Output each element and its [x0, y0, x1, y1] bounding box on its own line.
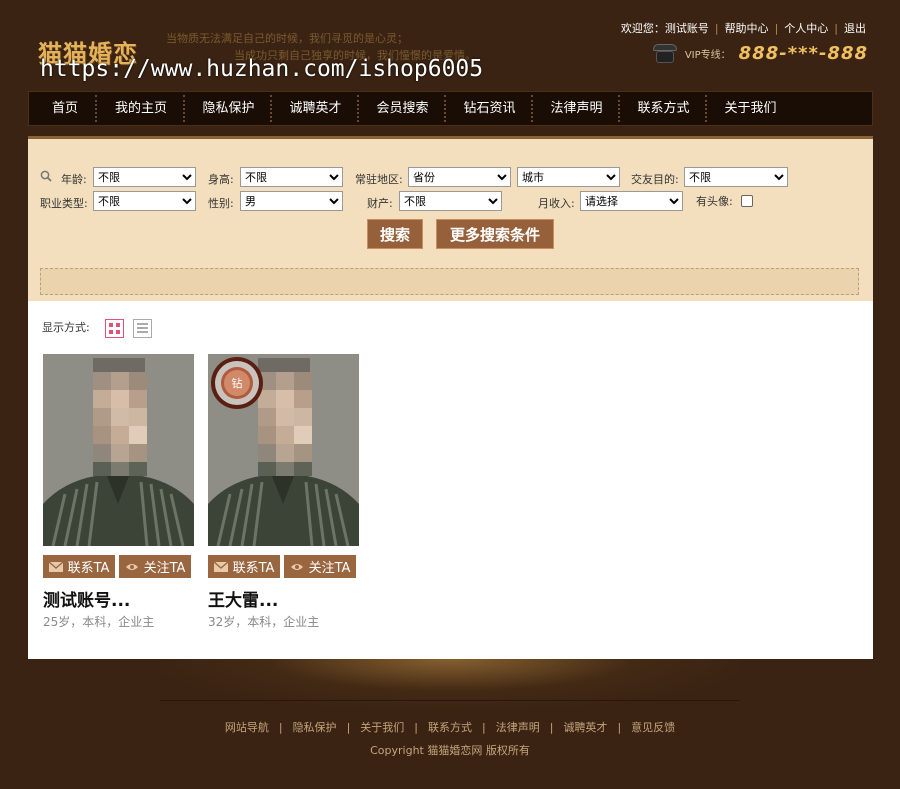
nav-home[interactable]: 首页 [33, 91, 97, 126]
footer-link-privacy[interactable]: 隐私保护 [293, 721, 337, 734]
welcome-text: 欢迎您：测试账号 [620, 22, 709, 35]
region-label: 常驻地区: [355, 173, 403, 186]
watermark-url: https://www.huzhan.com/ishop6005 [40, 56, 484, 82]
member-card: 钻 联系TA 关注TA 王大雷... 32岁，本科，企业主 [208, 354, 359, 630]
diamond-member-badge-icon: 钻 [211, 357, 263, 409]
slogan-line-1: 当物质无法满足自己的时候，我们寻觅的是心灵； [166, 32, 408, 45]
nav-my-homepage[interactable]: 我的主页 [97, 91, 185, 126]
member-list-area: 显示方式: 联系TA 关注TA 测试账号... 25岁，本科，企业主 钻 联系T… [28, 301, 873, 659]
follow-button-label: 关注TA [143, 561, 186, 576]
footer-link-legal[interactable]: 法律声明 [496, 721, 540, 734]
footer-glow [160, 659, 740, 709]
eye-icon [125, 563, 138, 570]
display-mode-label: 显示方式: [42, 321, 90, 334]
age-label: 年龄: [61, 173, 87, 186]
height-select[interactable]: 不限 [240, 167, 343, 187]
member-info: 25岁，本科，企业主 [43, 615, 155, 629]
nav-diamond-news[interactable]: 钻石资讯 [446, 91, 533, 126]
wealth-select[interactable]: 不限 [399, 191, 502, 211]
contact-button-label: 联系TA [232, 561, 275, 576]
province-select[interactable]: 省份 [408, 167, 511, 187]
footer-link-about[interactable]: 关于我们 [360, 721, 404, 734]
member-card: 联系TA 关注TA 测试账号... 25岁，本科，企业主 [43, 354, 194, 630]
nav-privacy[interactable]: 隐私保护 [185, 91, 272, 126]
logout-link[interactable]: 退出 [840, 22, 870, 35]
vip-label: VIP专线： [684, 49, 731, 61]
has-avatar-checkbox[interactable] [741, 195, 753, 207]
gender-label: 性别: [208, 197, 234, 210]
follow-button[interactable]: 关注TA [284, 555, 356, 578]
mail-icon [213, 561, 228, 572]
mail-icon [48, 561, 63, 572]
height-label: 身高: [208, 173, 234, 186]
avatar-label: 有头像: [696, 195, 733, 208]
more-search-options-button[interactable]: 更多搜索条件 [436, 219, 554, 249]
member-name[interactable]: 测试账号... [43, 586, 194, 611]
follow-button-label: 关注TA [308, 561, 351, 576]
income-select[interactable]: 请选择 [580, 191, 683, 211]
member-photo[interactable] [43, 354, 194, 546]
footer-link-feedback[interactable]: 意见反馈 [631, 721, 675, 734]
footer-link-careers[interactable]: 诚聘英才 [563, 721, 607, 734]
footer-links: 网站导航 | 隐私保护 | 关于我们 | 联系方式 | 法律声明 | 诚聘英才 | 意见反馈 [224, 721, 676, 734]
site-header: 猫猫婚恋 当物质无法满足自己的时候，我们寻觅的是心灵； 当成功只剩自己独享的时候… [0, 0, 900, 90]
main-nav: 首页 我的主页 隐私保护 诚聘英才 会员搜索 钻石资讯 法律声明 联系方式 关于… [28, 91, 873, 126]
top-links: 欢迎您：测试账号 | 帮助中心 | 个人中心 | 退出 [617, 20, 870, 36]
gender-select[interactable]: 男 [240, 191, 343, 211]
member-photo[interactable]: 钻 [208, 354, 359, 546]
nav-legal[interactable]: 法律声明 [533, 91, 620, 126]
nav-member-search[interactable]: 会员搜索 [359, 91, 446, 126]
purpose-label: 交友目的: [631, 173, 679, 186]
nav-contact[interactable]: 联系方式 [620, 91, 707, 126]
grid-view-icon[interactable] [105, 319, 124, 338]
contact-button[interactable]: 联系TA [208, 555, 280, 578]
nav-about[interactable]: 关于我们 [707, 91, 794, 126]
search-icon [40, 170, 52, 182]
nav-careers[interactable]: 诚聘英才 [272, 91, 359, 126]
notice-bar [40, 268, 859, 295]
job-label: 职业类型: [40, 197, 88, 210]
user-center-link[interactable]: 个人中心 [780, 22, 832, 35]
contact-button[interactable]: 联系TA [43, 555, 115, 578]
age-select[interactable]: 不限 [93, 167, 196, 187]
help-center-link[interactable]: 帮助中心 [721, 22, 773, 35]
income-label: 月收入: [538, 197, 575, 210]
eye-icon [290, 563, 303, 570]
vip-number: 888-***-888 [738, 42, 868, 64]
contact-button-label: 联系TA [67, 561, 110, 576]
city-select[interactable]: 城市 [517, 167, 620, 187]
search-panel: 年龄: 不限 身高: 不限 常驻地区: 省份 城市 交友目的: 不限 职业类型:… [28, 136, 873, 301]
footer-divider [160, 700, 740, 701]
job-select[interactable]: 不限 [93, 191, 196, 211]
member-info: 32岁，本科，企业主 [208, 615, 320, 629]
vip-hotline: VIP专线： 888-***-888 [652, 42, 868, 64]
footer-link-sitemap[interactable]: 网站导航 [225, 721, 269, 734]
wealth-label: 财产: [367, 197, 393, 210]
member-name[interactable]: 王大雷... [208, 586, 359, 611]
svg-text:钻: 钻 [232, 376, 243, 390]
footer-link-contact[interactable]: 联系方式 [428, 721, 472, 734]
list-view-icon[interactable] [133, 319, 152, 338]
follow-button[interactable]: 关注TA [119, 555, 191, 578]
search-button[interactable]: 搜索 [367, 219, 423, 249]
copyright-text: Copyright 猫猫婚恋网 版权所有 [370, 744, 530, 757]
purpose-select[interactable]: 不限 [684, 167, 788, 187]
telephone-icon [652, 42, 677, 64]
